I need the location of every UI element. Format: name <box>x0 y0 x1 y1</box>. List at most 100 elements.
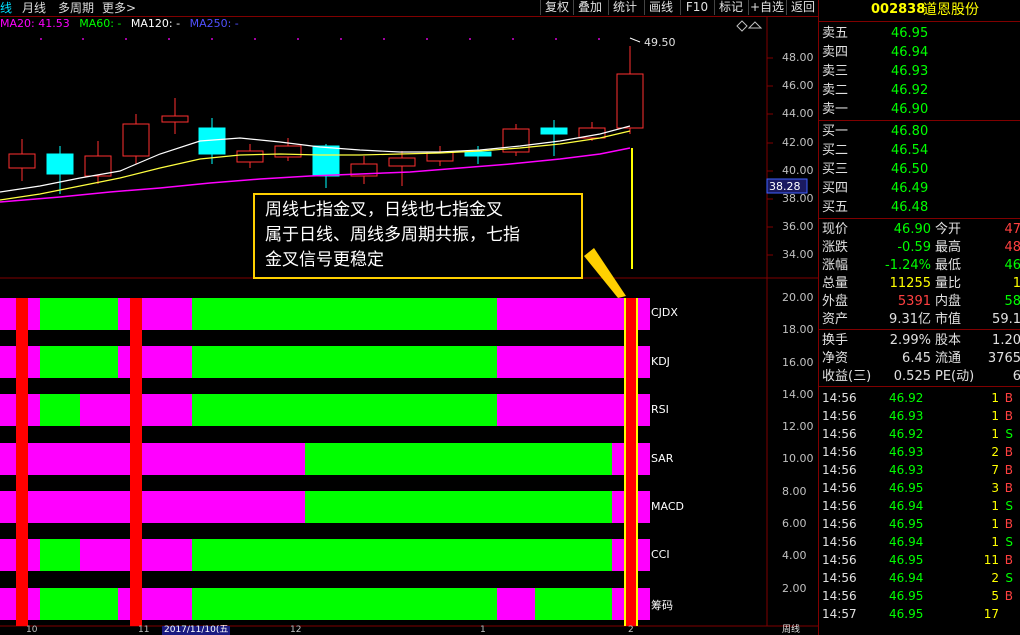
candle-body <box>8 153 36 169</box>
diamond-icon <box>736 20 748 32</box>
indicator-tick: 6.00 <box>782 517 807 530</box>
sell-level-price: 46.94 <box>891 45 929 60</box>
signal-bar-edge <box>636 298 638 626</box>
fin-label: 收益(三) <box>822 369 872 384</box>
candle-body <box>122 123 150 157</box>
fin-row: 换手 2.99% 股本 1.20 <box>819 331 1020 350</box>
buy-level[interactable]: 买四 46.49 <box>819 179 1020 198</box>
fin-value: 2.99% <box>889 333 931 348</box>
fin-label: 股本 <box>935 333 962 348</box>
tick-price: 46.94 <box>889 571 924 585</box>
quote-value: 9.31亿 <box>889 312 931 327</box>
kline-chart[interactable] <box>0 16 818 635</box>
indicator-tick: 4.00 <box>782 549 807 562</box>
fin-value: 3765 <box>987 351 1020 366</box>
price-tick: 42.00 <box>782 136 814 149</box>
tick-side: B <box>1004 553 1013 567</box>
indicator-band-segment <box>192 346 497 378</box>
adjust-button[interactable]: 复权 <box>540 0 573 15</box>
add-watchlist-button[interactable]: +自选 <box>748 0 785 15</box>
indicator-band-segment <box>192 588 497 620</box>
tick-side: S <box>1005 571 1013 585</box>
tick-time: 14:56 <box>822 481 857 495</box>
quote-value: 5391 <box>897 294 931 309</box>
sell-level-label: 卖四 <box>822 45 849 60</box>
indicator-label-chips: 筹码 <box>651 599 673 612</box>
tick-side: B <box>1004 391 1013 405</box>
indicator-label-sar: SAR <box>651 452 674 465</box>
indicator-band-segment <box>0 443 305 475</box>
indicator-band-segment <box>305 443 612 475</box>
stats-button[interactable]: 统计 <box>608 0 641 15</box>
buy-level-price: 46.48 <box>891 200 929 215</box>
tick-row: 14:56 46.92 1 B <box>819 389 1020 407</box>
indicator-band-segment <box>0 491 305 523</box>
quote-row: 总量 11255 量比 1 <box>819 274 1020 293</box>
f10-button[interactable]: F10 <box>680 0 713 15</box>
tick-row: 14:56 46.95 11 B <box>819 551 1020 569</box>
tick-row: 14:56 46.93 2 B <box>819 443 1020 461</box>
tick-row: 14:56 46.95 3 B <box>819 479 1020 497</box>
tick-volume: 1 <box>991 517 999 531</box>
tick-time: 14:56 <box>822 409 857 423</box>
high-price-label: 49.50 <box>644 36 676 49</box>
current-price-tag: 38.28 <box>769 180 801 193</box>
indicator-band-segment <box>497 346 622 378</box>
buy-level[interactable]: 买一 46.80 <box>819 122 1020 141</box>
candle-body <box>46 153 74 175</box>
tick-time: 14:56 <box>822 517 857 531</box>
quote-value: 1 <box>1012 276 1020 291</box>
buy-level-price: 46.80 <box>891 124 929 139</box>
period-tab-week[interactable]: 线 <box>0 0 12 16</box>
fin-label: 净资 <box>822 351 849 366</box>
candle-body <box>312 145 340 177</box>
quote-row: 外盘 5391 内盘 58 <box>819 292 1020 311</box>
indicator-tick: 12.00 <box>782 420 814 433</box>
sell-level[interactable]: 卖三 46.93 <box>819 62 1020 81</box>
indicator-band-segment <box>40 539 80 571</box>
quote-label: 最低 <box>935 258 962 273</box>
triangle-icon <box>747 21 763 29</box>
indicator-band-segment <box>612 588 622 620</box>
sell-level[interactable]: 卖一 46.90 <box>819 100 1020 119</box>
indicator-label-macd: MACD <box>651 500 684 513</box>
period-tab-month[interactable]: 月线 <box>22 0 46 16</box>
candle-body <box>464 151 492 157</box>
sell-level[interactable]: 卖五 46.95 <box>819 24 1020 43</box>
quote-label: 涨跌 <box>822 240 849 255</box>
draw-button[interactable]: 画线 <box>644 0 677 15</box>
more-menu[interactable]: 更多> <box>102 0 136 16</box>
overlay-button[interactable]: 叠加 <box>573 0 606 15</box>
buy-level[interactable]: 买三 46.50 <box>819 160 1020 179</box>
indicator-band-segment <box>40 298 118 330</box>
tick-row: 14:56 46.93 7 B <box>819 461 1020 479</box>
tick-side: B <box>1004 463 1013 477</box>
indicator-band-segment <box>40 588 118 620</box>
indicator-band-segment <box>497 588 535 620</box>
period-tab-multi[interactable]: 多周期 <box>58 0 94 16</box>
tick-price: 46.92 <box>889 427 924 441</box>
back-button[interactable]: 返回 <box>786 0 819 15</box>
indicator-band-segment <box>612 539 622 571</box>
indicator-band-segment <box>118 346 192 378</box>
indicator-band-segment <box>497 394 622 426</box>
quote-label: 总量 <box>822 276 849 291</box>
annotation-box: 周线七指金叉，日线也七指金叉 属于日线、周线多周期共振，七指 金叉信号更稳定 <box>253 193 583 279</box>
quote-value: 59.1 <box>992 312 1020 327</box>
tick-price: 46.95 <box>889 589 924 603</box>
buy-level[interactable]: 买二 46.54 <box>819 141 1020 160</box>
quote-label: 市值 <box>935 312 962 327</box>
buy-level[interactable]: 买五 46.48 <box>819 198 1020 217</box>
quote-label: 最高 <box>935 240 962 255</box>
indicator-band-segment <box>192 394 497 426</box>
date-tick: 1 <box>480 625 486 635</box>
period-label: 周线 <box>782 625 801 635</box>
tick-time: 14:56 <box>822 553 857 567</box>
quote-label: 现价 <box>822 222 849 237</box>
tick-price: 46.94 <box>889 535 924 549</box>
mark-button[interactable]: 标记 <box>714 0 747 15</box>
tick-price: 46.93 <box>889 409 924 423</box>
sell-level[interactable]: 卖四 46.94 <box>819 43 1020 62</box>
sell-level[interactable]: 卖二 46.92 <box>819 81 1020 100</box>
price-tick: 46.00 <box>782 79 814 92</box>
